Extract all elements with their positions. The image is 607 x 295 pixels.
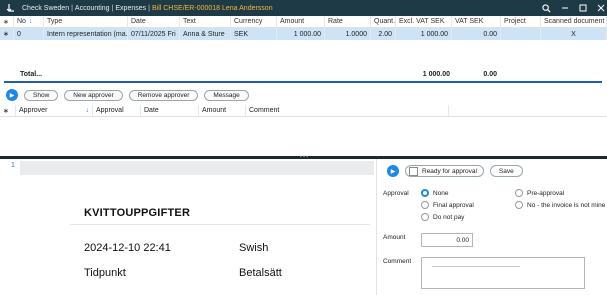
- column-header-date[interactable]: Date: [128, 16, 180, 27]
- cell-project[interactable]: [501, 28, 541, 40]
- breadcrumb-current-link[interactable]: Bill CHSE/ER-000018 Lena Andersson: [152, 5, 273, 12]
- receipt-divider: [70, 224, 370, 225]
- totals-divider: [4, 81, 602, 83]
- column-header-approval[interactable]: Approval: [93, 105, 141, 116]
- column-header-amount[interactable]: Amount: [277, 16, 325, 27]
- maximize-icon[interactable]: [579, 4, 587, 12]
- approval-label: Approval: [383, 190, 409, 197]
- title-bar: Check Sweden | Accounting | Expenses | Bill CH…: [0, 0, 607, 16]
- radio-none[interactable]: None: [421, 189, 449, 197]
- breadcrumb: Check Sweden | Accounting | Expenses | Bill CH…: [22, 4, 273, 12]
- ready-checkbox[interactable]: [409, 166, 418, 176]
- radio-dot[interactable]: [515, 189, 523, 197]
- expenses-grid: ∗ No ↓ Type Date Text Currency Amount Rat…: [0, 16, 607, 40]
- amount-input[interactable]: 0.00: [421, 233, 473, 247]
- approvers-grid-header: ∗ Approver ↓ Approval Date Amount Comment: [0, 105, 607, 117]
- column-header-text[interactable]: Text: [180, 16, 231, 27]
- column-header-vat[interactable]: VAT SEK: [452, 16, 501, 27]
- column-header-excl-vat[interactable]: Excl. VAT SEK: [396, 16, 452, 27]
- sort-arrow-icon: ↓: [85, 107, 90, 114]
- breadcrumb-item[interactable]: Accounting: [75, 5, 110, 12]
- radio-dot[interactable]: [421, 213, 429, 221]
- cell-no[interactable]: 0: [14, 28, 44, 40]
- cell-vat[interactable]: 0.00: [452, 28, 501, 40]
- breadcrumb-item[interactable]: Expenses: [115, 5, 146, 12]
- document-viewer: 1 KVITTOUPPGIFTER 2024-12-10 22:41 Swish…: [0, 159, 376, 295]
- back-arrow-icon[interactable]: [0, 0, 22, 16]
- column-header-project[interactable]: Project: [501, 16, 541, 27]
- receipt-payment-value: Swish: [239, 242, 269, 254]
- expand-play-icon[interactable]: ▶: [6, 89, 18, 101]
- approver-toolbar: ▶ Show New approver Remove approver Mess…: [6, 89, 249, 101]
- ready-for-approval-label: Ready for approval: [422, 167, 477, 175]
- cell-date[interactable]: 07/11/2025 Fri: [128, 28, 180, 40]
- radio-dot[interactable]: [515, 201, 523, 209]
- cell-quant[interactable]: 2.00: [371, 28, 396, 40]
- receipt-payment-label: Betalsätt: [239, 267, 282, 279]
- close-icon[interactable]: [597, 4, 605, 12]
- approval-panel: ▶ Ready for approval Save Approval None …: [376, 159, 607, 295]
- totals-label: Total...: [20, 70, 43, 78]
- new-approver-button[interactable]: New approver: [64, 89, 123, 101]
- sort-arrow-icon: ↓: [28, 18, 33, 25]
- ready-for-approval-toggle[interactable]: Ready for approval: [405, 165, 484, 177]
- cell-text[interactable]: Anna & Sture: [180, 28, 231, 40]
- column-header-type[interactable]: Type: [44, 16, 128, 27]
- search-icon[interactable]: [542, 3, 551, 13]
- column-header-currency[interactable]: Currency: [231, 16, 277, 27]
- page-number: 1: [11, 162, 15, 169]
- totals-row: Total... 1 000.00 0.00: [0, 68, 607, 80]
- expand-play-icon[interactable]: ▶: [387, 165, 399, 177]
- column-header-quant[interactable]: Quant.: [371, 16, 396, 27]
- total-excl-vat: 1 000.00: [422, 70, 450, 78]
- comment-textarea[interactable]: [421, 257, 585, 289]
- row-marker-icon: ∗: [0, 16, 14, 27]
- radio-dot-selected[interactable]: [421, 189, 429, 197]
- total-vat: 0.00: [483, 70, 497, 78]
- column-header-rate[interactable]: Rate: [325, 16, 371, 27]
- cell-scanned-document[interactable]: X: [541, 28, 607, 40]
- cell-currency[interactable]: SEK: [231, 28, 277, 40]
- remove-approver-button[interactable]: Remove approver: [128, 89, 199, 101]
- radio-final-approval[interactable]: Final approval: [421, 201, 474, 209]
- document-toolbar-strip: [20, 161, 374, 175]
- radio-do-not-pay[interactable]: Do not pay: [421, 213, 464, 221]
- column-header-comment[interactable]: Comment: [246, 105, 449, 116]
- receipt-title: KVITTOUPPGIFTER: [84, 207, 191, 219]
- column-header-amount[interactable]: Amount: [199, 105, 246, 116]
- receipt-date-label: Tidpunkt: [84, 267, 126, 279]
- column-header-approver[interactable]: Approver ↓: [16, 105, 93, 116]
- radio-dot[interactable]: [421, 201, 429, 209]
- table-row[interactable]: ∗ 0 Intern representation (ma... 07/11/2…: [0, 28, 607, 40]
- show-button[interactable]: Show: [24, 89, 59, 101]
- cell-rate[interactable]: 1.0000: [325, 28, 371, 40]
- grid-header-row: ∗ No ↓ Type Date Text Currency Amount Rat…: [0, 16, 607, 28]
- row-marker-icon: ∗: [0, 28, 14, 40]
- comment-label: Comment: [383, 258, 412, 265]
- cell-excl-vat[interactable]: 1 000.00: [396, 28, 452, 40]
- save-button[interactable]: Save: [489, 165, 523, 177]
- radio-pre-approval[interactable]: Pre-approval: [515, 189, 564, 197]
- column-header-date[interactable]: Date: [141, 105, 199, 116]
- amount-label: Amount: [383, 234, 406, 241]
- radio-not-mine[interactable]: No - the invoice is not mine: [515, 201, 605, 209]
- cell-type[interactable]: Intern representation (ma...: [44, 28, 128, 40]
- message-button[interactable]: Message: [204, 89, 249, 101]
- column-header-no[interactable]: No ↓: [14, 16, 44, 27]
- breadcrumb-item[interactable]: Check Sweden: [22, 5, 69, 12]
- receipt-date-value: 2024-12-10 22:41: [84, 242, 171, 254]
- cell-amount[interactable]: 1 000.00: [277, 28, 325, 40]
- column-header-scanned-document[interactable]: Scanned document: [541, 16, 607, 27]
- minimize-icon[interactable]: [561, 4, 569, 12]
- row-marker-icon: ∗: [0, 105, 16, 116]
